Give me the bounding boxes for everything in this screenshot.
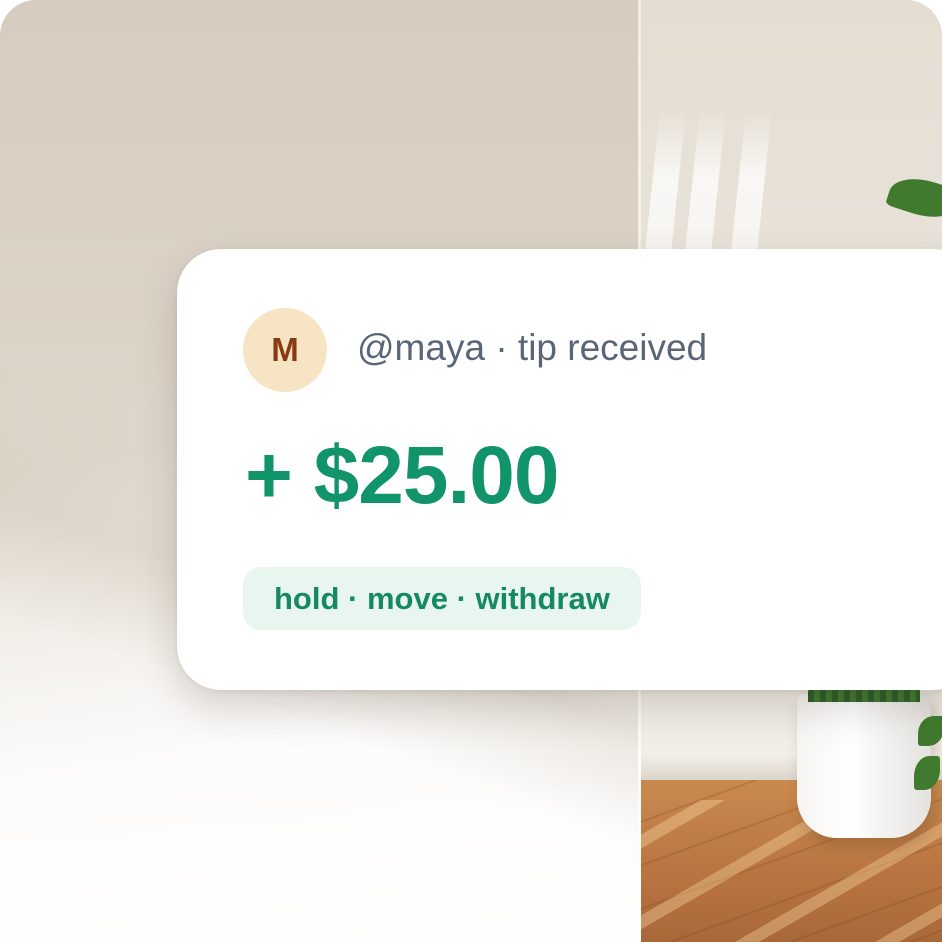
background-photo: M @maya · tip received + $25.00 hold · m… xyxy=(0,0,942,942)
actions-label: hold · move · withdraw xyxy=(274,580,610,616)
sender-line: @maya · tip received xyxy=(357,327,708,368)
tip-notification-card[interactable]: M @maya · tip received + $25.00 hold · m… xyxy=(177,249,942,690)
plant-leaf xyxy=(918,716,942,746)
tip-amount: + $25.00 xyxy=(245,430,559,521)
plant-pot xyxy=(797,694,931,838)
actions-pill[interactable]: hold · move · withdraw xyxy=(243,567,641,630)
plant-leaves xyxy=(808,688,920,702)
plant-leaf xyxy=(885,170,942,226)
avatar-initial: M xyxy=(271,331,299,368)
avatar: M xyxy=(243,308,327,392)
